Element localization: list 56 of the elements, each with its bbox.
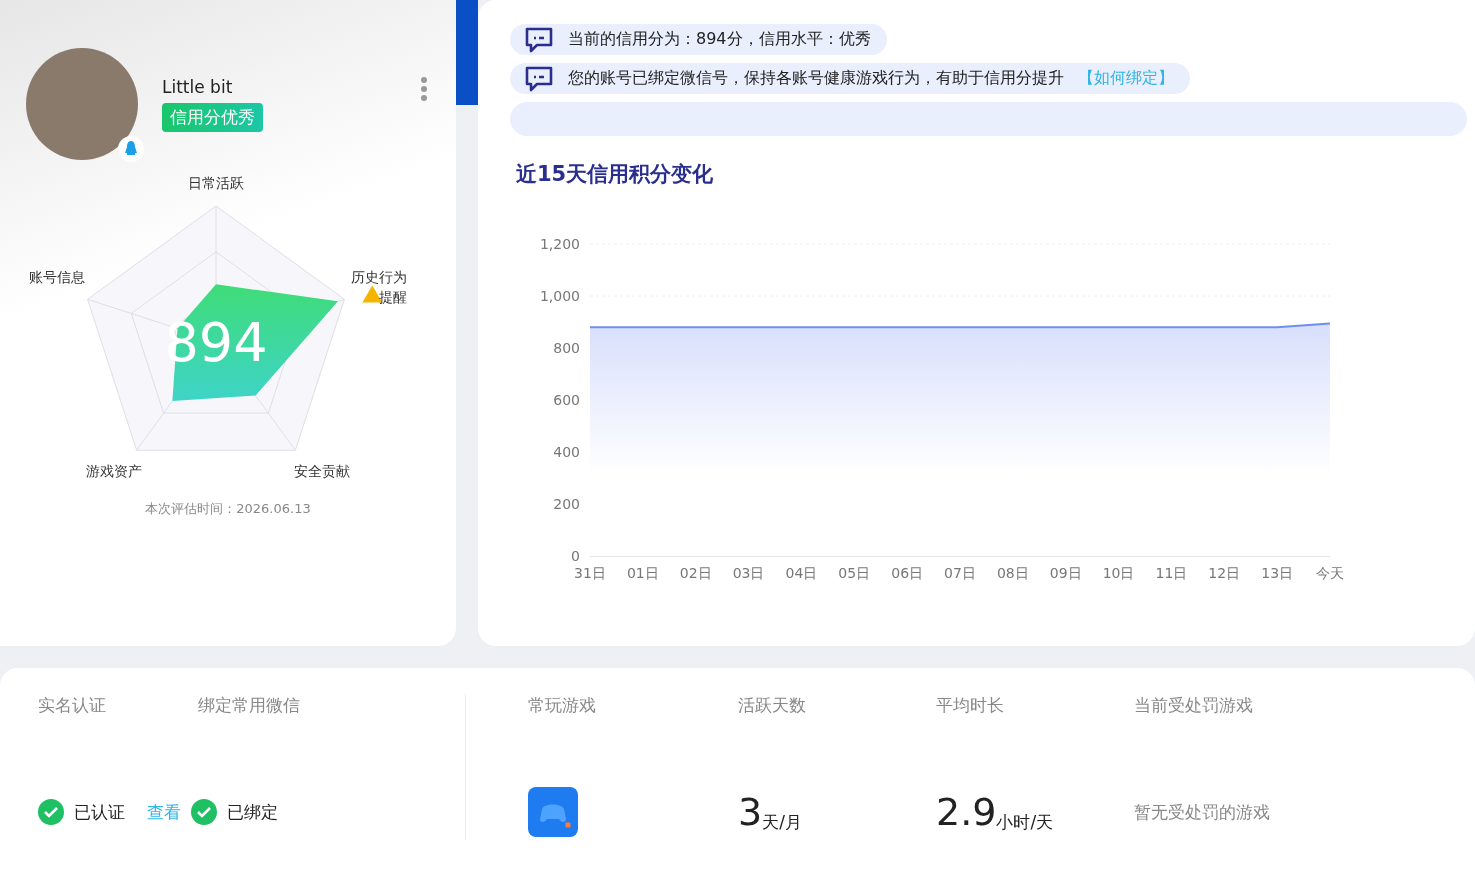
stat-value: 3: [738, 790, 763, 834]
chart-title: 近15天信用积分变化: [516, 161, 715, 188]
axis-tick-label: 04日: [785, 565, 818, 581]
axis-tick-label: 13日: [1261, 565, 1294, 581]
axis-tick-label: 0: [571, 548, 580, 564]
section-heading: 绑定常用微信: [198, 694, 300, 717]
section-heading: 当前受处罚游戏: [1134, 694, 1254, 717]
radar-label: 日常活跃: [188, 175, 244, 191]
stat-unit: 小时/天: [996, 812, 1054, 834]
axis-tick-label: 05日: [838, 565, 871, 581]
credit-badge: 信用分优秀: [162, 102, 263, 132]
axis-tick-label: 200: [553, 496, 580, 512]
stat-value: 2.9: [936, 790, 997, 834]
status-text: 已绑定: [227, 800, 278, 824]
penalty-text: 暂无受处罚的游戏: [1134, 800, 1270, 824]
axis-tick-label: 03日: [732, 565, 765, 581]
axis-tick-label: 1,200: [539, 236, 580, 252]
status-text: 已认证: [74, 800, 125, 824]
section-heading: 实名认证: [38, 694, 107, 717]
axis-tick-label: 今天: [1316, 565, 1344, 581]
more-icon[interactable]: [420, 76, 428, 102]
chat-icon: [524, 65, 554, 92]
axis-tick-label: 08日: [996, 565, 1029, 581]
evaluation-time: 本次评估时间：2026.06.13: [145, 500, 311, 518]
radar-label: 安全贡献: [294, 463, 351, 479]
check-icon: [38, 799, 64, 825]
penguin-icon: [118, 136, 144, 162]
radar-label: 游戏资产: [85, 463, 142, 479]
section-heading: 活跃天数: [738, 694, 807, 717]
axis-tick-label: 31日: [574, 565, 606, 581]
axis-tick-label: 02日: [679, 565, 712, 581]
axis-tick-label: 12日: [1208, 565, 1241, 581]
warning-label: 提醒: [379, 289, 408, 306]
chat-icon: [524, 26, 554, 53]
axis-tick-label: 600: [553, 392, 580, 408]
axis-tick-label: 09日: [1049, 565, 1082, 581]
help-link[interactable]: 【如何绑定】: [1078, 68, 1174, 89]
notice-text: 您的账号已绑定微信号，保持各账号健康游戏行为，有助于信用分提升: [568, 68, 1064, 89]
view-link[interactable]: 查看: [147, 800, 181, 824]
radar-label: 账号信息: [28, 269, 85, 286]
axis-tick-label: 11日: [1155, 565, 1188, 581]
axis-tick-label: 10日: [1102, 565, 1135, 581]
stat-unit: 天/月: [762, 811, 802, 834]
axis-tick-label: 07日: [944, 565, 976, 581]
section-heading: 平均时长: [936, 694, 1005, 717]
check-icon: [191, 799, 217, 825]
user-name: Little bit: [162, 76, 234, 97]
axis-tick-label: 06日: [891, 565, 924, 581]
game-app-icon[interactable]: [528, 787, 578, 837]
section-heading: 常玩游戏: [528, 694, 597, 717]
radar-label: 历史行为: [351, 269, 408, 286]
axis-tick-label: 01日: [626, 565, 659, 581]
axis-tick-label: 800: [553, 340, 580, 356]
axis-tick-label: 400: [553, 444, 580, 460]
axis-tick-label: 1,000: [539, 288, 580, 304]
notice-text: 当前的信用分为：894分，信用水平：优秀: [568, 29, 871, 50]
